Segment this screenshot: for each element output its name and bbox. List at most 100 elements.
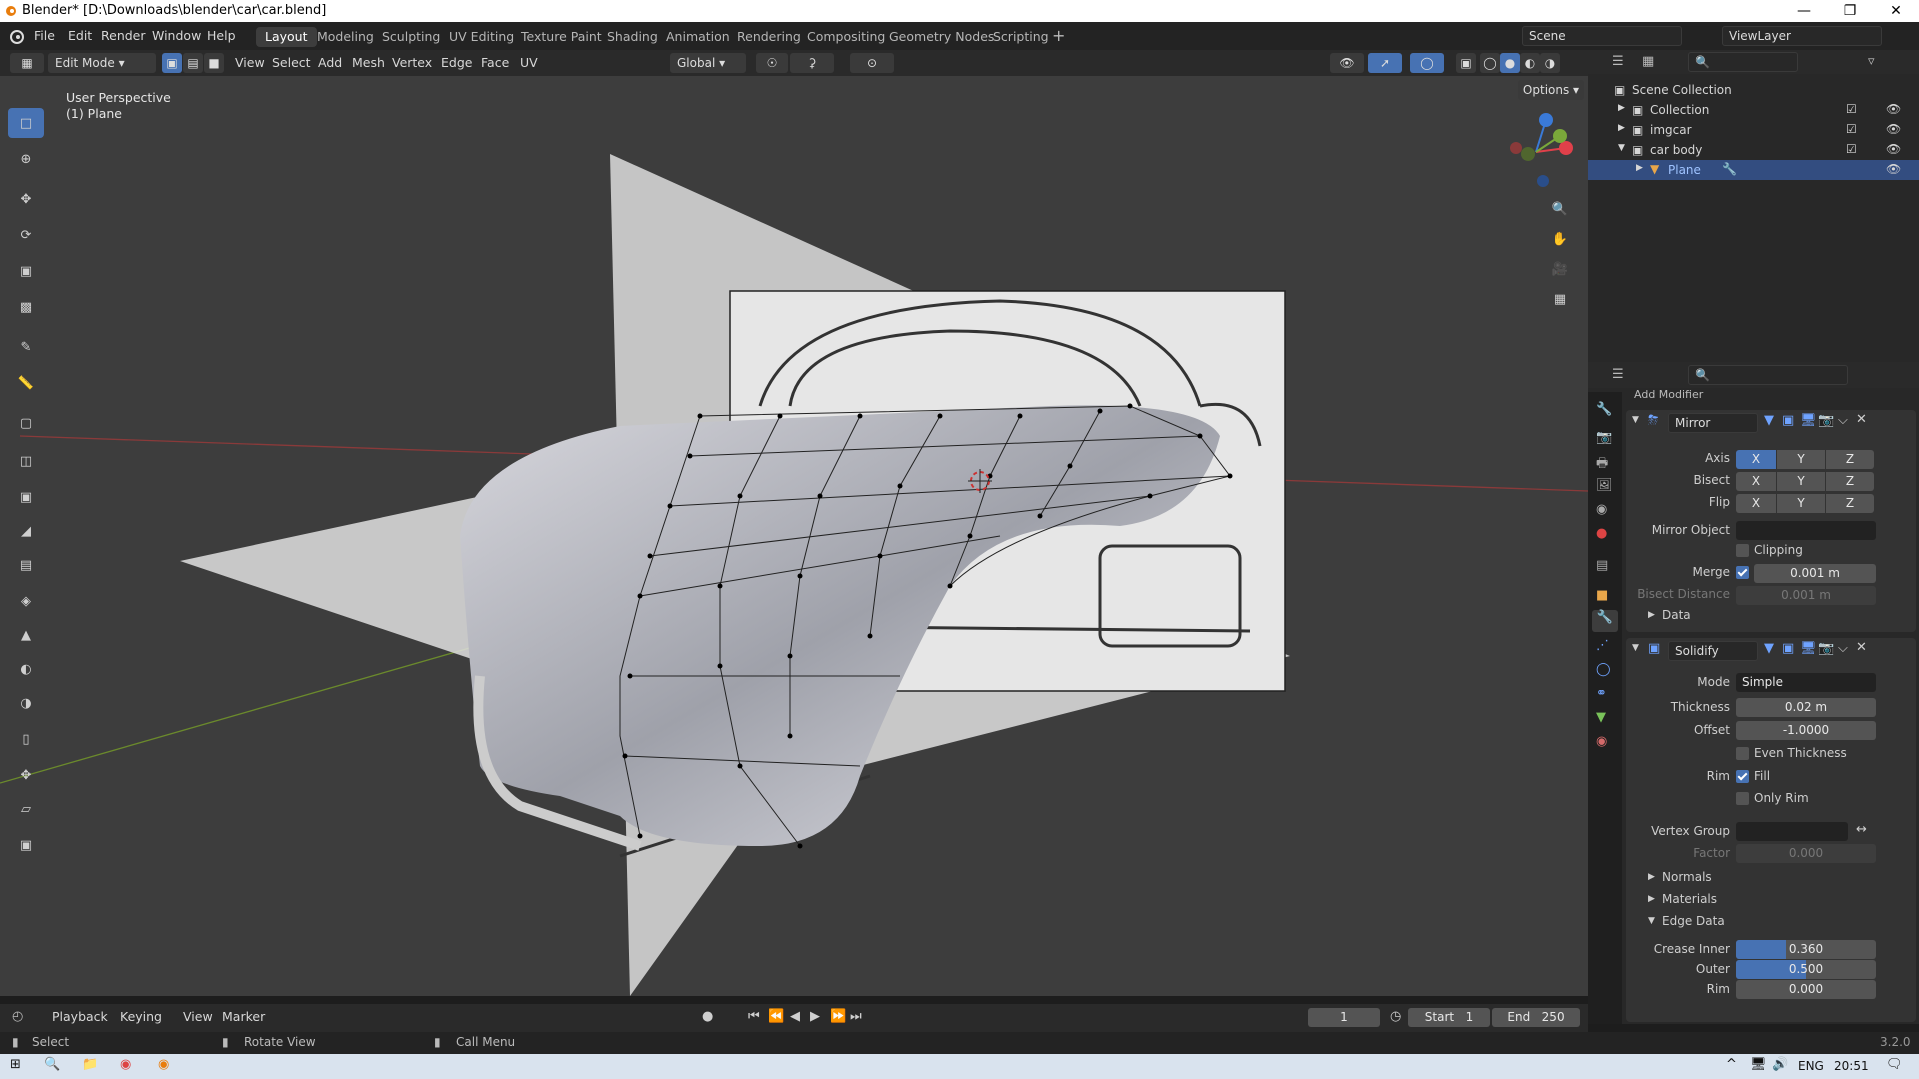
rip-tool-icon[interactable]: ▣ xyxy=(8,830,44,860)
menu-marker[interactable]: Marker xyxy=(222,1009,265,1024)
object-tab-icon[interactable]: ■ xyxy=(1596,588,1608,603)
axis-z-toggle[interactable]: Z xyxy=(1826,450,1874,469)
expand-arrow-icon[interactable]: ▶ xyxy=(1636,163,1643,173)
eye-icon[interactable]: 👁 xyxy=(1886,102,1901,116)
edge-data-subpanel[interactable]: Edge Data xyxy=(1662,914,1725,928)
pivot-icon[interactable]: ☉ xyxy=(756,53,788,73)
record-icon[interactable]: ● xyxy=(702,1009,713,1024)
menu-vertex[interactable]: Vertex xyxy=(392,55,432,70)
merge-checkbox[interactable] xyxy=(1736,565,1749,580)
start-frame-field[interactable]: Start 1 xyxy=(1408,1008,1490,1027)
search-icon[interactable]: 🔍 xyxy=(44,1057,60,1072)
wireframe-shading-icon[interactable]: ◯ xyxy=(1480,53,1500,73)
tab-scripting[interactable]: Scripting xyxy=(984,27,1058,47)
shear-tool-icon[interactable]: ▱ xyxy=(8,794,44,824)
options-button[interactable]: Options ▾ xyxy=(1518,80,1584,100)
data-tab-icon[interactable]: ▼ xyxy=(1596,710,1606,725)
expand-arrow-icon[interactable]: ▶ xyxy=(1648,894,1655,904)
render-shading-icon[interactable]: ◑ xyxy=(1540,53,1560,73)
select-box-icon[interactable]: □ xyxy=(8,108,44,138)
menu-file[interactable]: File xyxy=(34,28,55,43)
mode-dropdown[interactable]: Simple xyxy=(1736,673,1876,692)
overlay-toggle-icon[interactable]: ◯ xyxy=(1410,53,1444,73)
minimize-button[interactable]: — xyxy=(1781,0,1827,22)
world-tab-icon[interactable]: ● xyxy=(1596,526,1607,541)
clipping-checkbox[interactable] xyxy=(1736,543,1749,558)
tab-modeling[interactable]: Modeling xyxy=(308,27,383,47)
shrink-fatten-tool-icon[interactable]: ✥ xyxy=(8,760,44,790)
play-reverse-icon[interactable]: ◀ xyxy=(790,1009,800,1024)
crease-inner-slider[interactable]: 0.360 xyxy=(1736,940,1876,959)
edit-mode-toggle-icon[interactable]: ▼ xyxy=(1764,641,1774,656)
mirror-name-field[interactable]: Mirror xyxy=(1668,413,1758,433)
realtime-toggle-icon[interactable]: 🖥 xyxy=(1800,413,1817,428)
outliner-search-input[interactable]: 🔍 xyxy=(1688,52,1798,72)
axis-y-toggle[interactable]: Y xyxy=(1777,450,1825,469)
merge-distance-field[interactable]: 0.001 m xyxy=(1754,564,1876,583)
bisect-y-toggle[interactable]: Y xyxy=(1777,472,1825,491)
dropdown-icon[interactable]: ⌵ xyxy=(1838,641,1848,656)
collapse-arrow-icon[interactable]: ▼ xyxy=(1648,916,1655,926)
cursor-tool-icon[interactable]: ⊕ xyxy=(8,144,44,174)
3d-viewport[interactable]: User Perspective (1) Plane 🔍 ✋ 🎥 ▦ X Y Z xyxy=(0,76,1588,996)
menu-edit[interactable]: Edit xyxy=(68,28,92,43)
windows-start-icon[interactable]: ⊞ xyxy=(10,1057,21,1072)
modifier-tab-icon[interactable]: 🔧 xyxy=(1592,610,1618,632)
file-explorer-icon[interactable]: 📁 xyxy=(82,1057,98,1072)
menu-select[interactable]: Select xyxy=(272,55,311,70)
next-keyframe-icon[interactable]: ⏩ xyxy=(830,1009,846,1024)
xray-icon[interactable]: ▣ xyxy=(1456,53,1476,73)
expand-arrow-icon[interactable]: ▶ xyxy=(1618,103,1625,113)
menu-window[interactable]: Window xyxy=(152,28,201,43)
snap-icon[interactable]: ⚳ xyxy=(790,53,834,73)
physics-tab-icon[interactable]: ◯ xyxy=(1596,662,1611,677)
remove-modifier-icon[interactable]: ✕ xyxy=(1856,640,1867,655)
maximize-button[interactable]: ❐ xyxy=(1827,0,1873,22)
mirror-object-field[interactable] xyxy=(1736,521,1876,540)
rim-crease-slider[interactable]: 0.000 xyxy=(1736,980,1876,999)
extrude-tool-icon[interactable]: ◫ xyxy=(8,446,44,476)
spin-tool-icon[interactable]: ◐ xyxy=(8,654,44,684)
data-subpanel[interactable]: Data xyxy=(1662,608,1691,622)
mode-selector[interactable]: Edit Mode ▾ xyxy=(48,53,156,73)
play-icon[interactable]: ▶ xyxy=(810,1009,820,1024)
tab-sculpting[interactable]: Sculpting xyxy=(373,27,449,47)
gizmo-toggle-icon[interactable]: ➚ xyxy=(1368,53,1402,73)
add-cube-tool-icon[interactable]: ▢ xyxy=(8,408,44,438)
tool-tab-icon[interactable]: 🔧 xyxy=(1596,402,1612,417)
language-indicator[interactable]: ENG xyxy=(1798,1059,1824,1073)
realtime-toggle-icon[interactable]: 🖥 xyxy=(1800,641,1817,656)
fill-checkbox[interactable] xyxy=(1736,769,1749,784)
clock[interactable]: 20:51 xyxy=(1834,1059,1869,1073)
prev-keyframe-icon[interactable]: ⏪ xyxy=(768,1009,784,1024)
knife-tool-icon[interactable]: ◈ xyxy=(8,586,44,616)
expand-arrow-icon[interactable]: ▶ xyxy=(1648,872,1655,882)
edge-select-button[interactable]: ▤ xyxy=(183,53,203,73)
flip-z-toggle[interactable]: Z xyxy=(1826,494,1874,513)
edge-slide-tool-icon[interactable]: ▯ xyxy=(8,724,44,754)
menu-add[interactable]: Add xyxy=(318,55,342,70)
volume-icon[interactable]: 🔊 xyxy=(1772,1057,1788,1072)
collapse-arrow-icon[interactable]: ▼ xyxy=(1618,143,1625,153)
menu-playback[interactable]: Playback xyxy=(52,1009,108,1024)
smooth-tool-icon[interactable]: ◑ xyxy=(8,688,44,718)
constraints-tab-icon[interactable]: ⚭ xyxy=(1596,686,1607,701)
poly-build-tool-icon[interactable]: ▲ xyxy=(8,620,44,650)
menu-edge[interactable]: Edge xyxy=(441,55,472,70)
tab-uv-editing[interactable]: UV Editing xyxy=(440,27,523,47)
flip-x-toggle[interactable]: X xyxy=(1736,494,1776,513)
network-icon[interactable]: 🖥 xyxy=(1750,1057,1767,1072)
remove-modifier-icon[interactable]: ✕ xyxy=(1856,412,1867,427)
solidify-name-field[interactable]: Solidify xyxy=(1668,641,1758,661)
menu-help[interactable]: Help xyxy=(207,28,236,43)
properties-editor-icon[interactable]: ☰ xyxy=(1612,367,1624,382)
ortho-toggle-icon[interactable]: ▦ xyxy=(1547,286,1573,312)
render-toggle-icon[interactable]: 📷 xyxy=(1818,641,1834,656)
vertex-group-field[interactable] xyxy=(1736,822,1848,841)
checkbox-icon[interactable]: ☑ xyxy=(1846,122,1857,136)
notifications-icon[interactable]: 🗨 xyxy=(1886,1057,1903,1072)
add-workspace-icon[interactable]: + xyxy=(1052,26,1065,45)
expand-arrow-icon[interactable]: ▶ xyxy=(1648,610,1655,620)
material-shading-icon[interactable]: ◐ xyxy=(1520,53,1540,73)
output-tab-icon[interactable]: 🖶 xyxy=(1596,454,1608,476)
